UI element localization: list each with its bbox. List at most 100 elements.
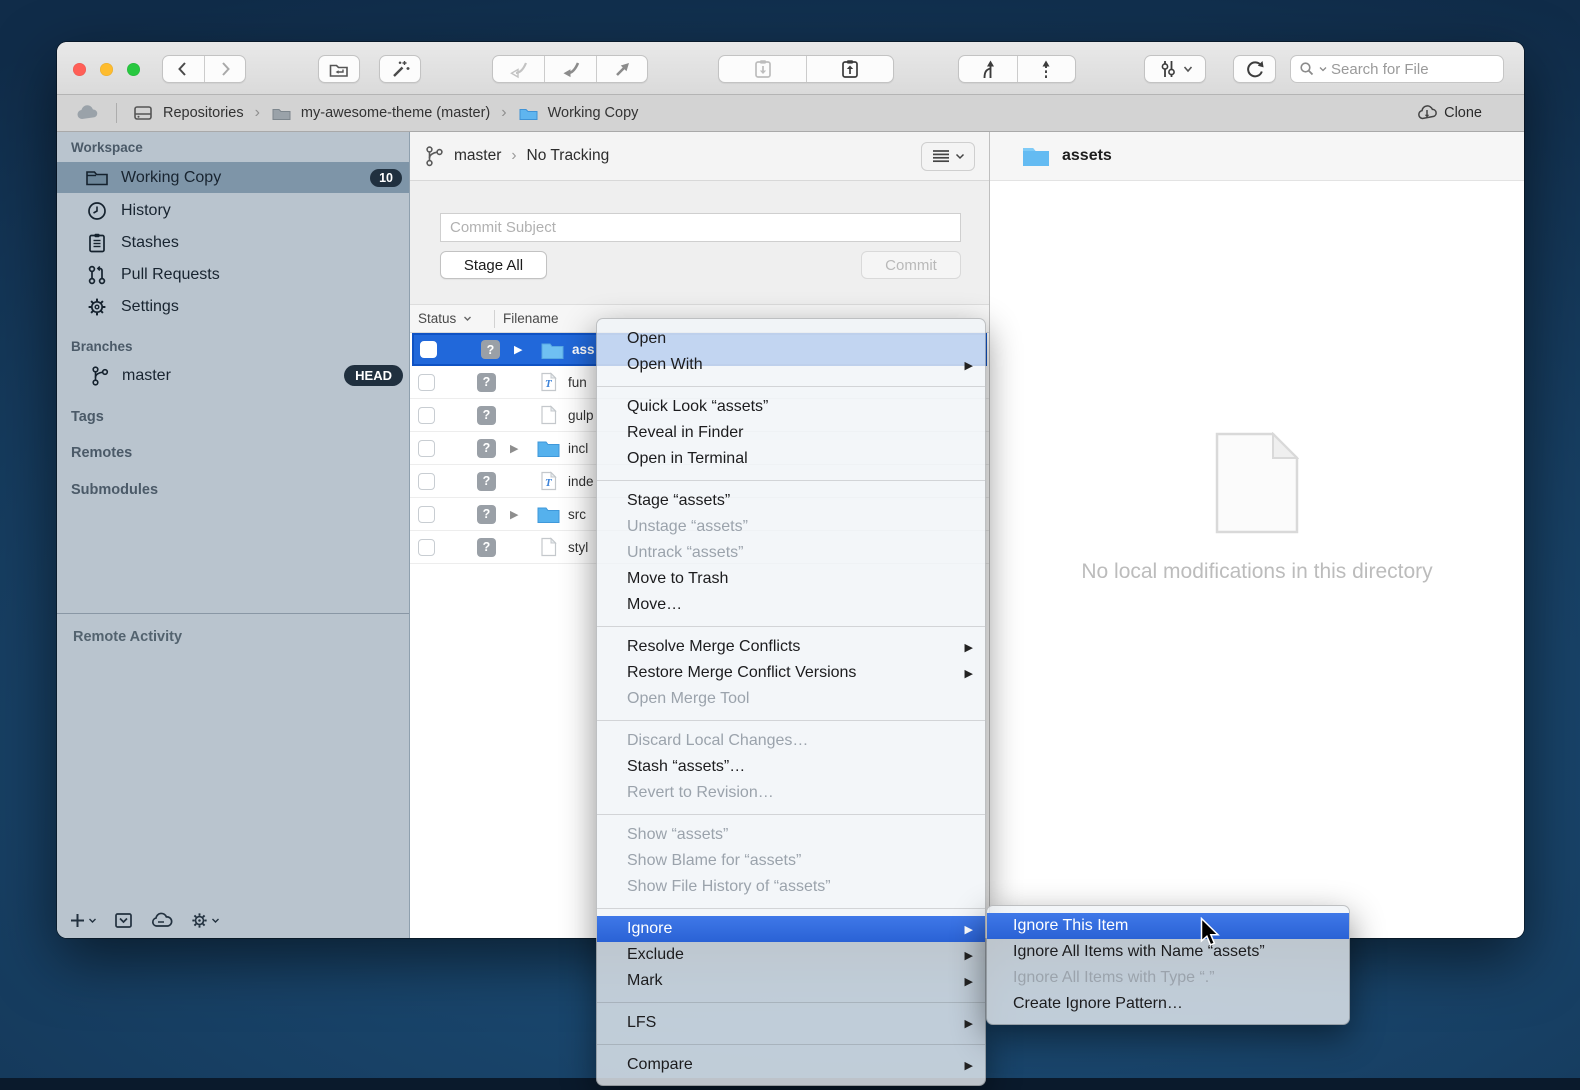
breadcrumb-repo[interactable]: my-awesome-theme (master) <box>301 105 490 121</box>
column-divider[interactable] <box>494 310 495 328</box>
submenu-item-ignore-all-with-name[interactable]: Ignore All Items with Name “assets” <box>987 939 1349 965</box>
menu-separator <box>597 1002 985 1003</box>
menu-item-open-merge-tool: Open Merge Tool <box>597 686 985 712</box>
menu-item-exclude[interactable]: Exclude▶ <box>597 942 985 968</box>
menu-item-stash[interactable]: Stash “assets”… <box>597 754 985 780</box>
branch-actions-button[interactable] <box>1144 55 1206 83</box>
discard-button[interactable] <box>493 56 544 82</box>
menu-item-show-file-history: Show File History of “assets” <box>597 874 985 900</box>
push-button[interactable] <box>1017 56 1075 82</box>
sidebar-item-working-copy[interactable]: Working Copy 10 <box>57 162 409 193</box>
status-untracked-badge: ? <box>477 406 496 425</box>
status-column-header[interactable]: Status <box>410 311 494 326</box>
inbox-icon[interactable] <box>114 912 133 929</box>
commit-subject-input[interactable] <box>440 213 961 242</box>
branches-header[interactable]: Branches <box>71 339 133 354</box>
back-button[interactable] <box>163 56 204 82</box>
folder-return-icon <box>328 59 350 79</box>
stage-checkbox[interactable] <box>420 341 437 358</box>
open-repository-button[interactable] <box>318 55 360 83</box>
chevron-left-icon <box>174 60 192 78</box>
remote-activity-header: Remote Activity <box>73 629 182 645</box>
settings-menu-button[interactable] <box>190 911 220 930</box>
list-options-button[interactable] <box>921 142 975 171</box>
stash-save-button[interactable] <box>806 56 893 82</box>
pull-button[interactable] <box>959 56 1017 82</box>
menu-item-reveal-in-finder[interactable]: Reveal in Finder <box>597 420 985 446</box>
status-untracked-badge: ? <box>477 538 496 557</box>
menu-item-mark[interactable]: Mark▶ <box>597 968 985 994</box>
submenu-item-create-ignore-pattern[interactable]: Create Ignore Pattern… <box>987 991 1349 1017</box>
stage-checkbox[interactable] <box>418 539 435 556</box>
search-field[interactable]: Search for File <box>1290 55 1504 83</box>
menu-item-show-blame: Show Blame for “assets” <box>597 848 985 874</box>
cloud-icon[interactable] <box>150 912 173 929</box>
submenu-arrow-icon: ▶ <box>965 1017 973 1030</box>
detail-pane: assets No local modifications in this di… <box>990 132 1524 938</box>
stage-checkbox[interactable] <box>418 407 435 424</box>
stage-all-button[interactable]: Stage All <box>440 251 547 279</box>
current-branch[interactable]: master <box>454 147 501 165</box>
stage-checkbox[interactable] <box>418 506 435 523</box>
menu-item-move[interactable]: Move… <box>597 592 985 618</box>
sidebar-item-settings[interactable]: Settings <box>57 291 409 322</box>
folder-icon <box>537 504 560 524</box>
breadcrumb-working-copy[interactable]: Working Copy <box>548 105 639 121</box>
menu-item-stage[interactable]: Stage “assets” <box>597 488 985 514</box>
sidebar-item-master[interactable]: master HEAD <box>57 360 409 391</box>
submenu-arrow-icon: ▶ <box>965 641 973 654</box>
menu-item-open[interactable]: Open <box>597 326 985 352</box>
menu-item-lfs[interactable]: LFS▶ <box>597 1010 985 1036</box>
filename-column-header[interactable]: Filename <box>503 311 559 326</box>
menu-item-open-in-terminal[interactable]: Open in Terminal <box>597 446 985 472</box>
actions-button[interactable] <box>379 55 421 83</box>
cloud-download-icon <box>1416 104 1438 122</box>
sidebar-bottom-toolbar <box>69 911 220 930</box>
forward-button[interactable] <box>204 56 245 82</box>
menu-item-restore-merge-conflict-versions[interactable]: Restore Merge Conflict Versions▶ <box>597 660 985 686</box>
file-name: fun <box>568 375 587 390</box>
tracking-status[interactable]: No Tracking <box>527 147 610 165</box>
status-untracked-badge: ? <box>477 439 496 458</box>
folder-blue-icon <box>518 105 539 122</box>
clone-button[interactable]: Clone <box>1416 104 1482 122</box>
remotes-header[interactable]: Remotes <box>71 445 132 461</box>
breadcrumb-repositories[interactable]: Repositories <box>163 105 244 121</box>
close-window-button[interactable] <box>73 63 86 76</box>
unstage-button[interactable] <box>544 56 595 82</box>
menu-item-resolve-merge-conflicts[interactable]: Resolve Merge Conflicts▶ <box>597 634 985 660</box>
stage-checkbox[interactable] <box>418 440 435 457</box>
search-placeholder: Search for File <box>1331 61 1429 78</box>
clipboard-down-icon <box>753 58 773 80</box>
menu-item-open-with[interactable]: Open With▶ <box>597 352 985 378</box>
sidebar-item-label: Working Copy <box>121 169 221 187</box>
refresh-button[interactable] <box>1233 55 1276 83</box>
cloud-icon[interactable] <box>75 104 101 122</box>
zoom-window-button[interactable] <box>127 63 140 76</box>
sidebar-item-stashes[interactable]: Stashes <box>57 227 409 258</box>
stage-checkbox[interactable] <box>418 473 435 490</box>
add-button[interactable] <box>69 912 97 929</box>
menu-item-move-to-trash[interactable]: Move to Trash <box>597 566 985 592</box>
menu-item-compare[interactable]: Compare▶ <box>597 1052 985 1078</box>
stash-pop-button[interactable] <box>719 56 806 82</box>
minimize-window-button[interactable] <box>100 63 113 76</box>
commit-button[interactable]: Commit <box>861 251 961 279</box>
stage-checkbox[interactable] <box>418 374 435 391</box>
stage-button[interactable] <box>596 56 647 82</box>
tags-header[interactable]: Tags <box>71 409 104 425</box>
sidebar-item-pull-requests[interactable]: Pull Requests <box>57 259 409 290</box>
sidebar-item-history[interactable]: History <box>57 195 409 226</box>
file-name: inde <box>568 474 594 489</box>
disclosure-triangle-icon[interactable]: ▶ <box>510 442 518 455</box>
chevron-down-icon <box>211 917 220 924</box>
disclosure-triangle-icon[interactable]: ▶ <box>510 508 518 521</box>
menu-item-ignore[interactable]: Ignore▶ <box>597 916 985 942</box>
submenu-item-ignore-this-item[interactable]: Ignore This Item <box>987 913 1349 939</box>
menu-item-quick-look[interactable]: Quick Look “assets” <box>597 394 985 420</box>
disclosure-triangle-icon[interactable]: ▶ <box>514 343 522 356</box>
hamburger-icon <box>932 149 950 163</box>
menu-separator <box>597 386 985 387</box>
submodules-header[interactable]: Submodules <box>71 482 158 498</box>
sidebar: Workspace Working Copy 10 History <box>57 132 410 938</box>
